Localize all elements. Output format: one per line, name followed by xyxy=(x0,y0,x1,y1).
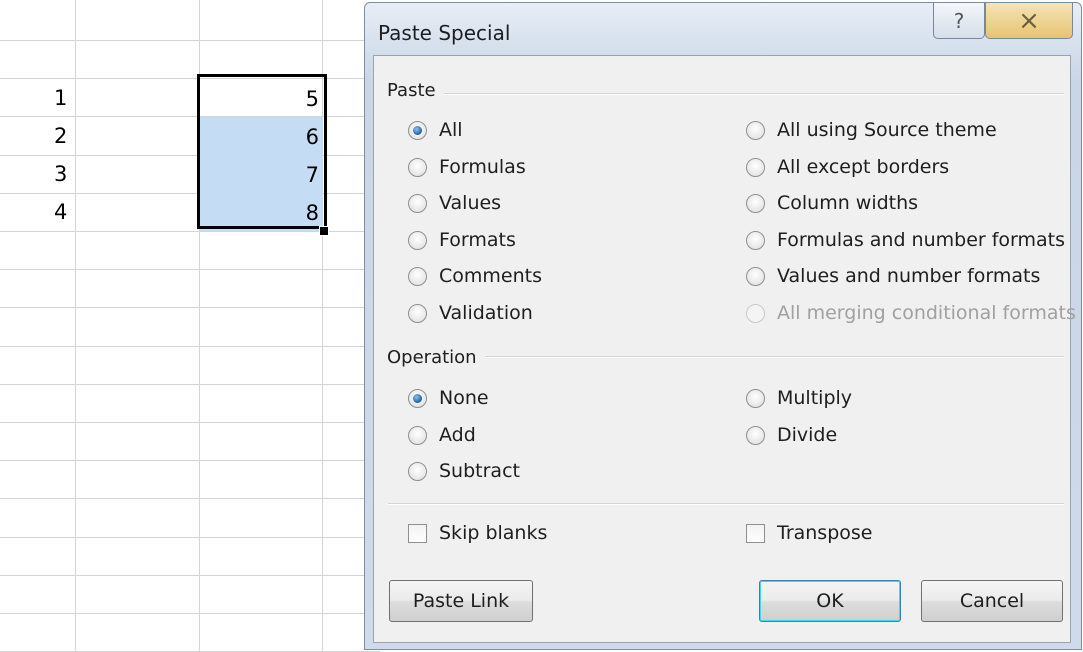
radio-icon xyxy=(746,388,765,408)
paste-option-all-except-borders[interactable]: All except borders xyxy=(746,156,949,178)
radio-icon xyxy=(408,461,427,481)
operation-option-add[interactable]: Add xyxy=(408,424,476,446)
skip-blanks-checkbox[interactable]: Skip blanks xyxy=(408,522,547,544)
checkbox-icon xyxy=(746,523,765,543)
option-label: Add xyxy=(439,424,476,446)
paste-option-column-widths[interactable]: Column widths xyxy=(746,192,918,214)
option-label: Values xyxy=(439,192,502,214)
paste-option-all-using-source-theme[interactable]: All using Source theme xyxy=(746,119,997,141)
grid-row-line xyxy=(0,460,380,461)
grid-row-line xyxy=(0,307,380,308)
grid-row-line xyxy=(0,537,380,538)
paste-option-values-and-number-formats[interactable]: Values and number formats xyxy=(746,265,1040,287)
cancel-button[interactable]: Cancel xyxy=(921,580,1063,622)
option-label: Formats xyxy=(439,229,516,251)
grid-row-line xyxy=(0,40,380,41)
grid-row-line xyxy=(0,613,380,614)
radio-icon xyxy=(746,425,765,445)
option-label: All xyxy=(439,119,463,141)
radio-icon xyxy=(408,388,427,408)
dialog-title: Paste Special xyxy=(378,21,511,45)
dialog-body: Paste All Formulas Values Formats Commen… xyxy=(373,55,1076,643)
operation-option-none[interactable]: None xyxy=(408,387,489,409)
grid-row-line xyxy=(0,346,380,347)
radio-icon xyxy=(408,266,427,286)
radio-icon xyxy=(408,157,427,177)
option-label: All merging conditional formats xyxy=(777,302,1076,324)
row-number: 2 xyxy=(54,124,68,148)
grid-row-line xyxy=(0,384,380,385)
row-number: 1 xyxy=(54,86,68,110)
paste-link-button[interactable]: Paste Link xyxy=(389,580,533,622)
option-label: Validation xyxy=(439,302,533,324)
group-divider xyxy=(444,93,1064,95)
grid-row-line xyxy=(0,575,380,576)
grid-row-line xyxy=(0,498,380,499)
group-divider xyxy=(388,503,1064,505)
option-label: Subtract xyxy=(439,460,520,482)
radio-icon xyxy=(408,120,427,140)
option-label: Comments xyxy=(439,265,542,287)
close-icon: × xyxy=(1018,5,1040,36)
radio-icon xyxy=(746,303,765,323)
operation-group-label: Operation xyxy=(387,347,485,368)
paste-option-all-merging-conditional-formats: All merging conditional formats xyxy=(746,302,1076,324)
paste-special-dialog: Paste Special ? × Paste All Formulas Val… xyxy=(364,2,1082,650)
radio-icon xyxy=(746,193,765,213)
option-label: Values and number formats xyxy=(777,265,1041,287)
option-label: Transpose xyxy=(777,522,873,544)
radio-icon xyxy=(746,230,765,250)
operation-option-multiply[interactable]: Multiply xyxy=(746,387,852,409)
close-button[interactable]: × xyxy=(985,3,1073,39)
operation-option-divide[interactable]: Divide xyxy=(746,424,837,446)
radio-icon xyxy=(408,425,427,445)
selection-border xyxy=(197,74,327,229)
help-button[interactable]: ? xyxy=(933,3,985,39)
radio-icon xyxy=(408,230,427,250)
option-label: Skip blanks xyxy=(439,522,548,544)
row-number: 4 xyxy=(54,200,68,224)
option-label: Multiply xyxy=(777,387,853,409)
radio-icon xyxy=(746,266,765,286)
grid-col-line xyxy=(75,0,76,652)
option-label: None xyxy=(439,387,489,409)
paste-option-values[interactable]: Values xyxy=(408,192,501,214)
option-label: Column widths xyxy=(777,192,919,214)
paste-option-formats[interactable]: Formats xyxy=(408,229,516,251)
radio-icon xyxy=(408,303,427,323)
paste-option-formulas-and-number-formats[interactable]: Formulas and number formats xyxy=(746,229,1065,251)
paste-option-all[interactable]: All xyxy=(408,119,463,141)
grid-row-line xyxy=(0,269,380,270)
transpose-checkbox[interactable]: Transpose xyxy=(746,522,872,544)
option-label: Divide xyxy=(777,424,838,446)
radio-icon xyxy=(746,120,765,140)
radio-icon xyxy=(408,193,427,213)
help-icon: ? xyxy=(953,8,965,33)
checkbox-icon xyxy=(408,523,427,543)
grid-row-line xyxy=(0,422,380,423)
group-divider xyxy=(484,356,1064,358)
option-label: All using Source theme xyxy=(777,119,997,141)
paste-group-label: Paste xyxy=(387,80,444,101)
option-label: Formulas xyxy=(439,156,526,178)
paste-option-formulas[interactable]: Formulas xyxy=(408,156,526,178)
radio-icon xyxy=(746,157,765,177)
paste-option-validation[interactable]: Validation xyxy=(408,302,533,324)
ok-button[interactable]: OK xyxy=(759,580,901,622)
option-label: Formulas and number formats xyxy=(777,229,1066,251)
paste-option-comments[interactable]: Comments xyxy=(408,265,542,287)
option-label: All except borders xyxy=(777,156,950,178)
fill-handle[interactable] xyxy=(319,226,329,236)
operation-option-subtract[interactable]: Subtract xyxy=(408,460,520,482)
row-number: 3 xyxy=(54,162,68,186)
